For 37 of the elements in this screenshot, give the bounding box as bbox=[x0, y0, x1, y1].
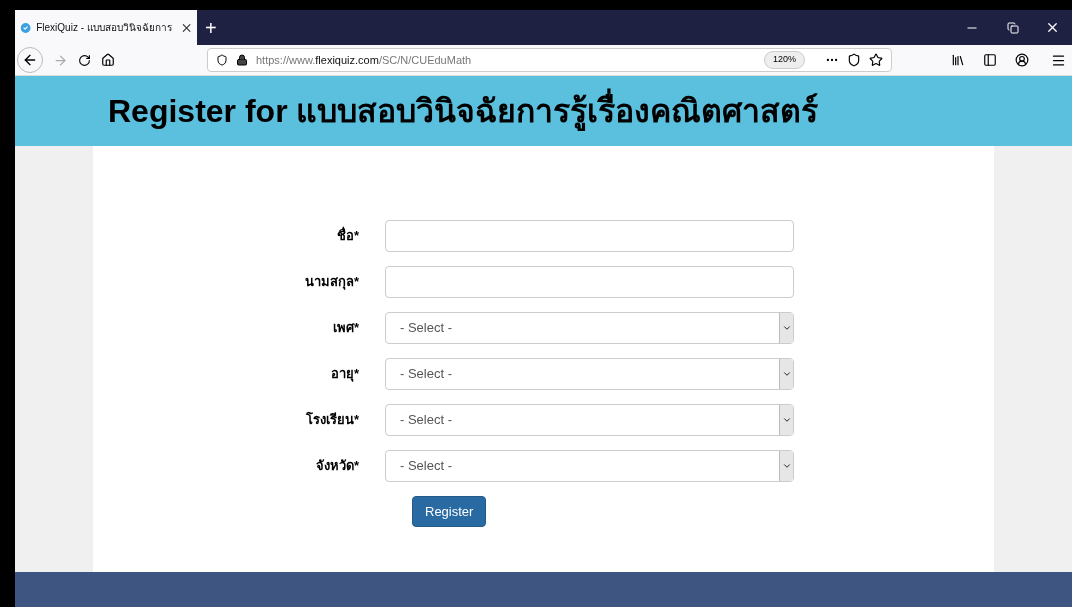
restore-icon[interactable] bbox=[1007, 21, 1019, 34]
select-field[interactable]: - Select - bbox=[385, 358, 794, 390]
select-field[interactable]: - Select - bbox=[385, 404, 794, 436]
library-icon[interactable] bbox=[951, 53, 965, 67]
site-icon bbox=[19, 20, 33, 35]
new-tab-button[interactable]: + bbox=[197, 17, 225, 38]
zoom-badge[interactable]: 120% bbox=[763, 51, 805, 69]
close-icon[interactable] bbox=[1045, 20, 1060, 35]
field-label: อายุ* bbox=[329, 365, 360, 384]
menu-icon[interactable] bbox=[1051, 52, 1066, 68]
field-label: โรงเรียน* bbox=[304, 411, 360, 430]
field-label: นามสกุล* bbox=[303, 273, 360, 292]
field-label: ชื่อ* bbox=[335, 226, 360, 246]
page-title: Register for แบบสอบวินิจฉัยการรู้เรื่องคณิตศาสตร์ bbox=[108, 87, 819, 135]
reload-icon[interactable] bbox=[78, 53, 91, 67]
account-icon[interactable] bbox=[1015, 53, 1029, 67]
lock-icon bbox=[236, 54, 248, 66]
text-field[interactable] bbox=[385, 266, 794, 298]
home-icon[interactable] bbox=[101, 53, 115, 67]
select-field[interactable]: - Select - bbox=[385, 450, 794, 482]
star-icon[interactable] bbox=[869, 53, 883, 67]
address-bar[interactable]: https://www.flexiquiz.com/SC/N/CUEduMath 120% bbox=[207, 48, 892, 72]
tab-title: FlexiQuiz - แบบสอบวินิจฉัยการ bbox=[36, 21, 172, 35]
field-label: จังหวัด* bbox=[314, 457, 360, 476]
sidebar-icon[interactable] bbox=[983, 53, 997, 67]
chevron-icon bbox=[781, 323, 792, 333]
field-label: เพศ* bbox=[331, 319, 360, 338]
chevron-icon bbox=[781, 415, 792, 425]
register-button[interactable]: Register bbox=[412, 496, 487, 527]
chevron-icon bbox=[781, 461, 792, 471]
browser-tab[interactable]: FlexiQuiz - แบบสอบวินิจฉัยการ bbox=[15, 10, 197, 45]
url-text: https://www.flexiquiz.com/SC/N/CUEduMath bbox=[256, 52, 472, 68]
shield-icon bbox=[216, 54, 228, 66]
chevron-icon bbox=[781, 369, 792, 379]
text-field[interactable] bbox=[385, 220, 794, 252]
back-icon bbox=[22, 52, 38, 68]
select-field[interactable]: - Select - bbox=[385, 312, 794, 344]
